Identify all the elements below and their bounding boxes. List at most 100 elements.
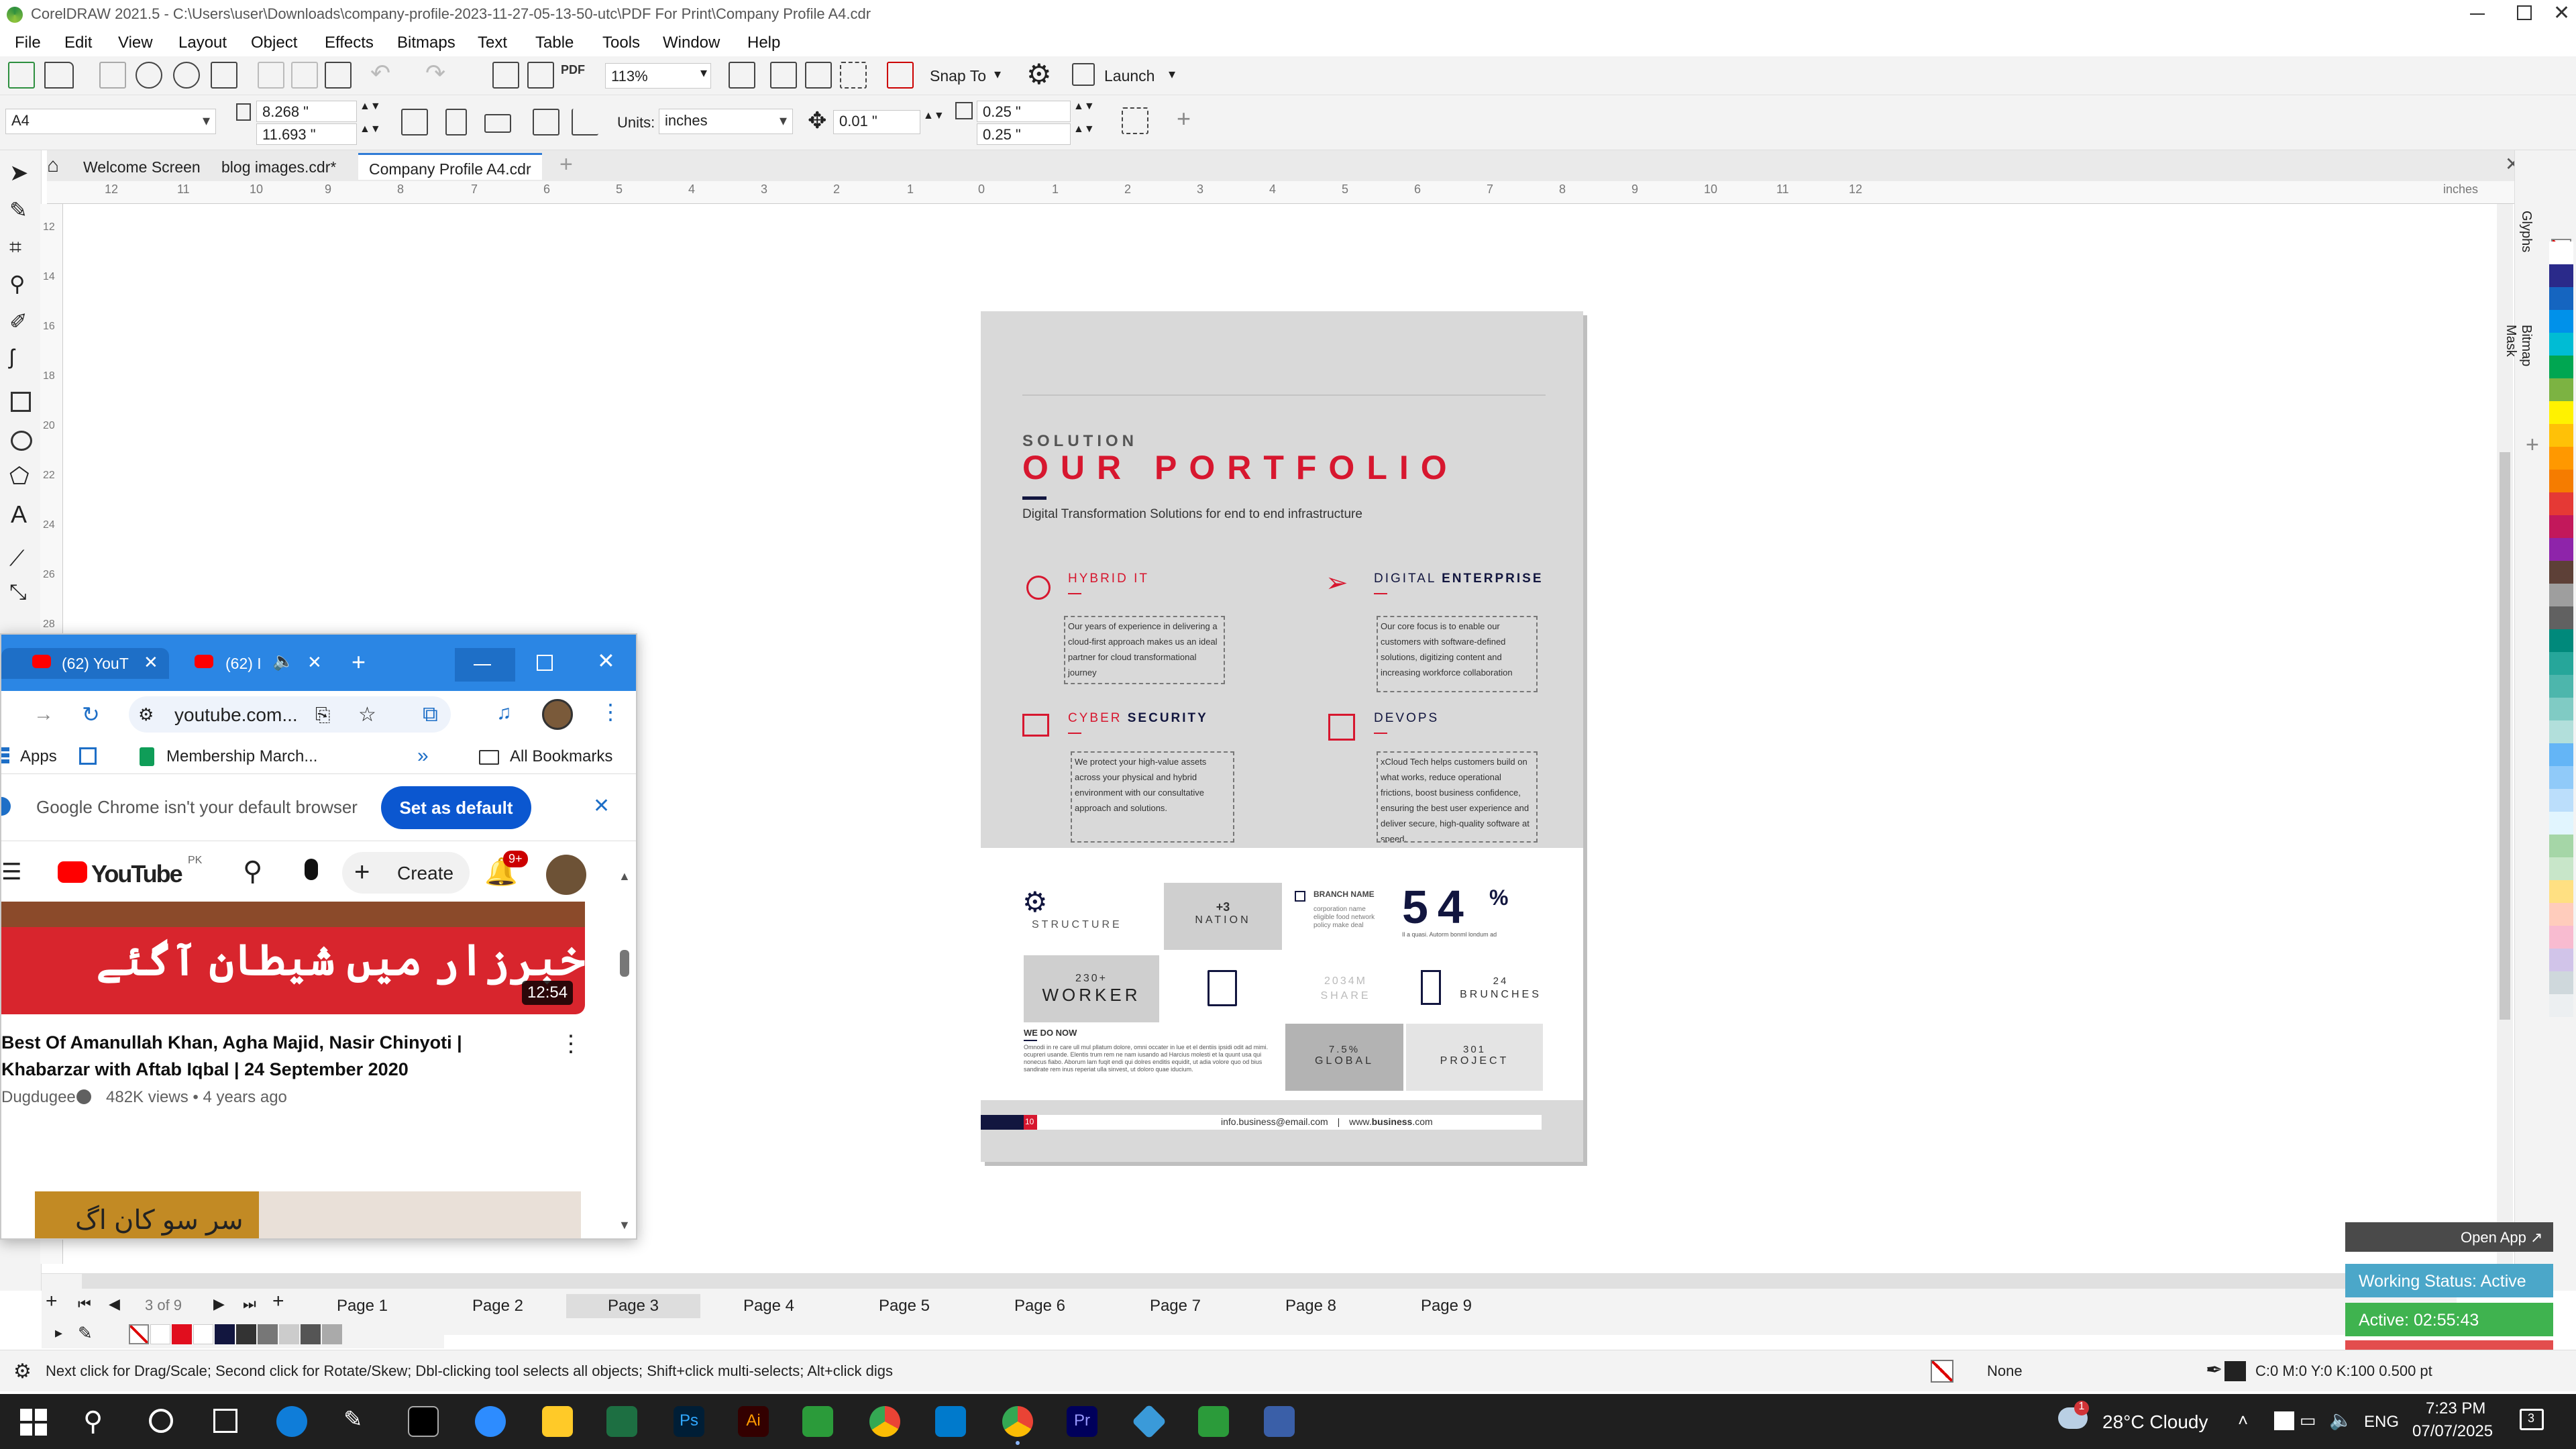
calculator-icon[interactable]	[1264, 1406, 1295, 1437]
tab-company-profile[interactable]: Company Profile A4.cdr	[358, 153, 542, 180]
cut-icon[interactable]	[258, 62, 284, 89]
pen-app-icon[interactable]: ✎	[343, 1406, 374, 1437]
file-explorer-icon[interactable]	[542, 1406, 573, 1437]
speaker-icon[interactable]: 🔈	[272, 651, 294, 672]
page-tab[interactable]: Page 5	[837, 1294, 971, 1318]
palette-swatch[interactable]	[2549, 903, 2573, 926]
add-page-before-icon[interactable]: +	[46, 1290, 58, 1313]
color-palette[interactable]	[2549, 241, 2573, 1261]
menu-effects[interactable]: Effects	[325, 34, 374, 52]
task-view-icon[interactable]	[213, 1409, 237, 1433]
profile-avatar[interactable]	[542, 699, 573, 730]
chrome-tab-youtube-2[interactable]: (62) I	[225, 648, 262, 679]
clock-date[interactable]: 07/07/2025	[2412, 1422, 2493, 1441]
set-as-default-button[interactable]: Set as default	[381, 786, 531, 829]
install-icon[interactable]: ⎘	[315, 704, 330, 727]
page-tab[interactable]: Page 1	[295, 1294, 429, 1318]
palette-swatch[interactable]	[2549, 264, 2573, 287]
glyphs-docker-tab[interactable]: Glyphs	[2518, 211, 2534, 252]
portrait-icon[interactable]	[445, 109, 467, 136]
palette-swatch[interactable]	[2549, 926, 2573, 949]
swatch-none-icon[interactable]	[129, 1324, 149, 1344]
page-width-spinner-icon[interactable]: ▲▼	[360, 101, 381, 113]
zoom-level-input[interactable]: 113%	[605, 63, 711, 89]
dup-y-spinner-icon[interactable]: ▲▼	[1073, 123, 1095, 136]
menu-tools[interactable]: Tools	[602, 34, 640, 52]
open-icon[interactable]	[44, 62, 74, 89]
show-rulers-icon[interactable]	[770, 62, 797, 89]
bookmark-apps[interactable]: Apps	[20, 747, 57, 766]
scroll-down-icon[interactable]: ▼	[619, 1218, 631, 1232]
page-tab[interactable]: Page 7	[1108, 1294, 1242, 1318]
url-field[interactable]: ⚙ youtube.com... ⎘ ☆	[129, 696, 451, 733]
close-icon[interactable]: ✕	[2553, 1, 2570, 25]
minimize-icon[interactable]	[2470, 13, 2485, 15]
menu-edit[interactable]: Edit	[64, 34, 92, 52]
page-height-input[interactable]: 11.693 "	[256, 123, 357, 145]
language-indicator[interactable]: ENG	[2364, 1413, 2399, 1432]
horizontal-scrollbar[interactable]	[82, 1274, 2537, 1289]
weather-text[interactable]: 28°C Cloudy	[2102, 1411, 2208, 1433]
vscode-icon[interactable]	[935, 1406, 966, 1437]
all-pages-icon[interactable]	[401, 109, 428, 136]
cortana-icon[interactable]	[149, 1409, 173, 1433]
palette-swatch[interactable]	[2549, 949, 2573, 971]
tray-app-icon[interactable]	[2274, 1411, 2294, 1430]
palette-swatch[interactable]	[2549, 675, 2573, 698]
tray-chevron-icon[interactable]: ˄	[2238, 1410, 2248, 1431]
zoom-icon[interactable]	[475, 1406, 506, 1437]
show-guidelines-icon[interactable]	[840, 62, 867, 89]
reload-icon[interactable]: ↻	[82, 702, 100, 727]
polygon-tool-icon[interactable]: ⬠	[9, 463, 30, 490]
bitmap-mask-docker-tab[interactable]: Bitmap Mask	[2503, 325, 2534, 367]
palette-swatch[interactable]	[2549, 310, 2573, 333]
menu-file[interactable]: File	[15, 34, 41, 52]
palette-swatch[interactable]	[2549, 720, 2573, 743]
palette-swatch[interactable]	[2549, 333, 2573, 356]
restore-icon[interactable]	[2517, 5, 2532, 20]
menu-object[interactable]: Object	[251, 34, 297, 52]
palette-swatch[interactable]	[2549, 880, 2573, 903]
media-icon[interactable]: ♫	[496, 702, 512, 724]
swatch-silver[interactable]	[322, 1324, 342, 1344]
palette-swatch[interactable]	[2549, 424, 2573, 447]
palette-swatch[interactable]	[2549, 652, 2573, 675]
bleed-icon[interactable]	[572, 109, 598, 136]
all-bookmarks[interactable]: All Bookmarks	[510, 747, 612, 766]
launch-dropdown-icon[interactable]: ▾	[1169, 66, 1175, 83]
document-page[interactable]: SOLUTION OUR PORTFOLIO Digital Transform…	[981, 311, 1583, 1162]
publish-pdf-icon[interactable]: PDF	[561, 63, 585, 77]
horizontal-ruler[interactable]: 12 11 10 9 8 7 6 5 4 3 2 1 0 1 2 3 4 5 6…	[47, 181, 2522, 204]
rectangle-tool-icon[interactable]	[11, 392, 31, 412]
cloud-upload-icon[interactable]	[136, 62, 162, 89]
palette-swatch[interactable]	[2549, 287, 2573, 310]
palette-swatch[interactable]	[2549, 766, 2573, 789]
swatch-light-gray[interactable]	[279, 1324, 299, 1344]
dup-x-spinner-icon[interactable]: ▲▼	[1073, 101, 1095, 113]
redo-icon[interactable]: ↷	[425, 59, 445, 87]
first-page-icon[interactable]: ⏮	[78, 1295, 91, 1313]
menu-view[interactable]: View	[118, 34, 153, 52]
clock-time[interactable]: 7:23 PM	[2426, 1399, 2485, 1418]
coreldraw-icon[interactable]	[802, 1406, 833, 1437]
forward-icon[interactable]: →	[34, 703, 54, 726]
scrollbar-thumb[interactable]	[620, 950, 629, 977]
menu-layout[interactable]: Layout	[178, 34, 227, 52]
page-tab[interactable]: Page 6	[973, 1294, 1107, 1318]
youtube-logo-icon[interactable]	[58, 861, 87, 883]
palette-swatch[interactable]	[2549, 378, 2573, 401]
palette-swatch[interactable]	[2549, 857, 2573, 880]
status-gear-icon[interactable]: ⚙	[13, 1360, 32, 1383]
new-document-icon[interactable]	[8, 62, 35, 89]
channel-name[interactable]: Dugdugee	[1, 1088, 76, 1107]
window-close-icon[interactable]: ✕	[597, 648, 615, 674]
swatch-navy[interactable]	[215, 1324, 235, 1344]
excel-icon[interactable]	[606, 1406, 637, 1437]
create-button[interactable]: + Create	[342, 852, 470, 894]
swatch-red[interactable]	[172, 1324, 192, 1344]
add-page-after-icon[interactable]: +	[272, 1290, 284, 1313]
close-tab-icon[interactable]: ✕	[144, 652, 158, 673]
vertical-scroll-thumb[interactable]	[2500, 452, 2510, 1020]
landscape-icon[interactable]	[484, 114, 511, 133]
search-icon[interactable]: ⚲	[243, 856, 262, 887]
